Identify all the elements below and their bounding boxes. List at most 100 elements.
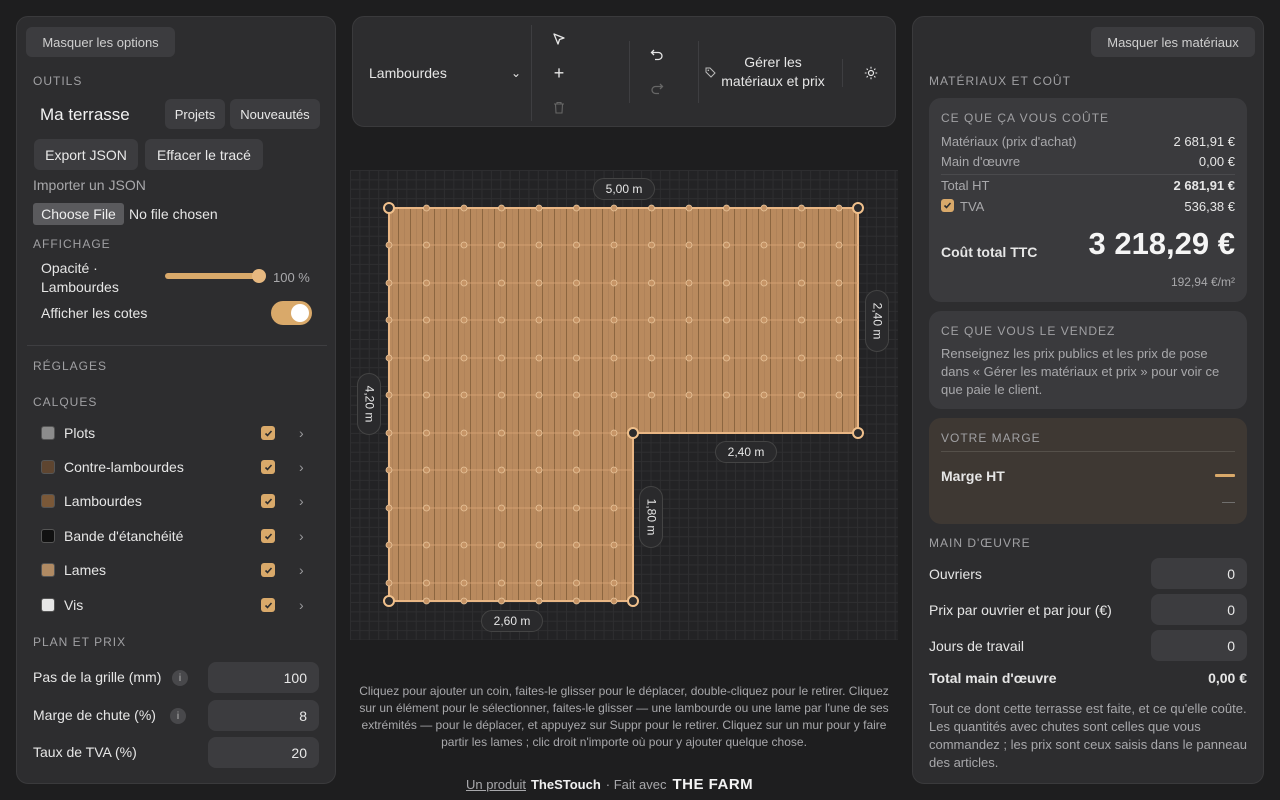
layer-visible-checkbox[interactable] <box>261 529 275 543</box>
pad-marker[interactable] <box>648 241 655 249</box>
opacity-slider-thumb[interactable] <box>252 269 266 283</box>
pad-marker[interactable] <box>610 541 618 549</box>
pad-marker[interactable] <box>460 241 468 249</box>
layer-color-swatch[interactable] <box>41 494 55 508</box>
pad-marker[interactable] <box>460 204 468 212</box>
pad-marker[interactable] <box>498 354 505 362</box>
pad-marker[interactable] <box>648 316 655 324</box>
layer-visible-checkbox[interactable] <box>261 426 275 440</box>
pad-marker[interactable] <box>573 579 580 587</box>
pad-marker[interactable] <box>423 597 430 605</box>
waste-margin-input[interactable]: 8 <box>208 700 319 731</box>
pad-marker[interactable] <box>760 391 768 399</box>
pad-marker[interactable] <box>498 541 505 549</box>
pad-marker[interactable] <box>573 316 580 324</box>
pad-marker[interactable] <box>423 391 430 399</box>
pad-marker[interactable] <box>610 316 618 324</box>
pad-marker[interactable] <box>498 579 505 587</box>
pad-marker[interactable] <box>385 579 393 587</box>
corner-handle[interactable] <box>627 427 639 439</box>
grid-step-info-icon[interactable]: i <box>172 670 188 686</box>
brand-logo[interactable]: TheSTouch <box>531 777 601 792</box>
pad-marker[interactable] <box>723 316 730 324</box>
pad-marker[interactable] <box>460 279 468 287</box>
pad-marker[interactable] <box>685 204 693 212</box>
manage-materials-button[interactable]: Gérer les matériaux et prix <box>705 41 831 103</box>
plus-icon[interactable]: + <box>549 63 569 83</box>
pad-marker[interactable] <box>460 354 468 362</box>
vat-checkbox[interactable] <box>941 199 954 212</box>
layer-row[interactable]: Plots › <box>41 423 313 443</box>
corner-handle[interactable] <box>852 202 864 214</box>
hide-options-button[interactable]: Masquer les options <box>26 27 175 57</box>
pad-marker[interactable] <box>498 279 505 287</box>
layer-color-swatch[interactable] <box>41 563 55 577</box>
pad-marker[interactable] <box>610 391 618 399</box>
pad-marker[interactable] <box>573 466 580 474</box>
pad-marker[interactable] <box>535 391 543 399</box>
the-farm-logo[interactable]: THE FARM <box>672 776 753 793</box>
pad-marker[interactable] <box>798 279 805 287</box>
pad-marker[interactable] <box>535 279 543 287</box>
pad-marker[interactable] <box>423 579 430 587</box>
pad-marker[interactable] <box>798 391 805 399</box>
pad-marker[interactable] <box>535 541 543 549</box>
corner-handle[interactable] <box>852 427 864 439</box>
pad-marker[interactable] <box>798 316 805 324</box>
sun-icon[interactable] <box>861 63 881 83</box>
pad-marker[interactable] <box>460 541 468 549</box>
pad-marker[interactable] <box>535 579 543 587</box>
layer-row[interactable]: Bande d'étanchéité › <box>41 526 313 546</box>
news-button[interactable]: Nouveautés <box>230 99 320 129</box>
pad-marker[interactable] <box>723 241 730 249</box>
pad-marker[interactable] <box>610 466 618 474</box>
vat-rate-input[interactable]: 20 <box>208 737 319 768</box>
pad-marker[interactable] <box>385 466 393 474</box>
pad-marker[interactable] <box>835 391 843 399</box>
pad-marker[interactable] <box>460 579 468 587</box>
pad-marker[interactable] <box>535 429 543 437</box>
corner-handle[interactable] <box>627 595 639 607</box>
pad-marker[interactable] <box>835 204 843 212</box>
pad-marker[interactable] <box>573 279 580 287</box>
corner-handle[interactable] <box>383 202 395 214</box>
pad-marker[interactable] <box>385 391 393 399</box>
chevron-right-icon[interactable]: › <box>299 425 304 441</box>
pad-marker[interactable] <box>798 204 805 212</box>
pad-marker[interactable] <box>835 241 843 249</box>
pad-marker[interactable] <box>385 541 393 549</box>
daily-rate-input[interactable]: 0 <box>1151 594 1247 625</box>
pad-marker[interactable] <box>798 241 805 249</box>
pad-marker[interactable] <box>460 504 468 512</box>
pad-marker[interactable] <box>498 316 505 324</box>
layer-visible-checkbox[interactable] <box>261 460 275 474</box>
pad-marker[interactable] <box>498 204 505 212</box>
grid-step-input[interactable]: 100 <box>208 662 319 693</box>
pad-marker[interactable] <box>498 429 505 437</box>
pad-marker[interactable] <box>385 241 393 249</box>
pad-marker[interactable] <box>535 241 543 249</box>
pad-marker[interactable] <box>498 504 505 512</box>
pad-marker[interactable] <box>573 354 580 362</box>
pad-marker[interactable] <box>385 316 393 324</box>
layer-row[interactable]: Contre-lambourdes › <box>41 457 313 477</box>
pad-marker[interactable] <box>648 204 655 212</box>
layer-row[interactable]: Lames › <box>41 560 313 580</box>
pad-marker[interactable] <box>723 279 730 287</box>
show-dimensions-toggle[interactable] <box>271 301 312 325</box>
pad-marker[interactable] <box>535 204 543 212</box>
pad-marker[interactable] <box>573 429 580 437</box>
pad-marker[interactable] <box>760 316 768 324</box>
pad-marker[interactable] <box>648 279 655 287</box>
chevron-right-icon[interactable]: › <box>299 528 304 544</box>
pad-marker[interactable] <box>723 391 730 399</box>
workers-input[interactable]: 0 <box>1151 558 1247 589</box>
undo-icon[interactable] <box>647 45 667 65</box>
layer-row[interactable]: Vis › <box>41 595 313 615</box>
pad-marker[interactable] <box>423 541 430 549</box>
pad-marker[interactable] <box>535 354 543 362</box>
pad-marker[interactable] <box>423 204 430 212</box>
pad-marker[interactable] <box>685 241 693 249</box>
product-link[interactable]: Un produit <box>466 777 526 792</box>
pad-marker[interactable] <box>423 279 430 287</box>
